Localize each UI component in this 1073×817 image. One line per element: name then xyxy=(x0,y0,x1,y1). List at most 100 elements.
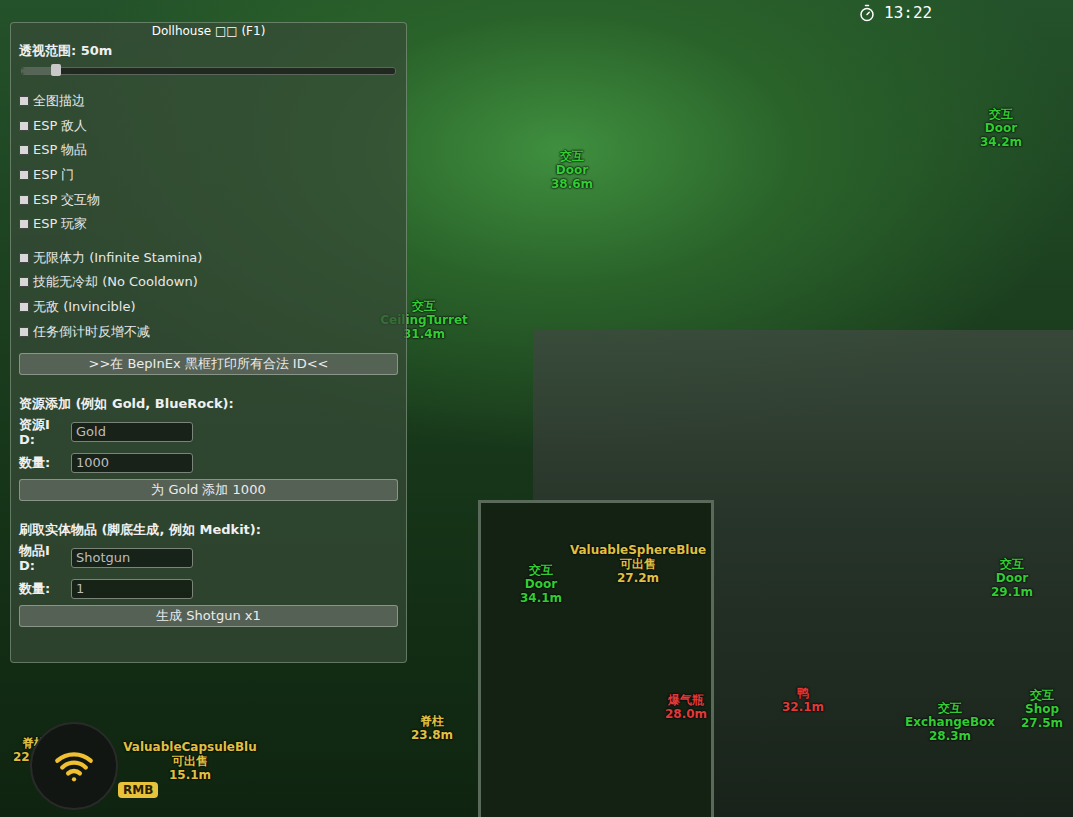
checkbox[interactable] xyxy=(19,253,29,263)
field-row: 资源ID: Gold xyxy=(19,417,398,447)
range-slider[interactable] xyxy=(21,67,396,75)
esp-line: 15.1m xyxy=(169,768,211,782)
timer-text: 13:22 xyxy=(884,3,932,22)
id-field[interactable]: Gold xyxy=(71,422,193,442)
esp-line: 34.2m xyxy=(980,135,1022,149)
esp-label: 交互Door38.6m xyxy=(551,149,593,191)
toggle-row[interactable]: 全图描边 xyxy=(19,89,398,114)
timer: 13:22 xyxy=(858,3,932,22)
checkbox[interactable] xyxy=(19,170,29,180)
esp-line: 38.6m xyxy=(551,177,593,191)
toggle-row[interactable]: 无敌 (Invincible) xyxy=(19,295,398,320)
cheat-panel[interactable]: Dollhouse □□ (F1)透视范围: 50m全图描边ESP 敌人ESP … xyxy=(10,22,407,663)
toggle-row[interactable]: ESP 门 xyxy=(19,163,398,188)
toggle-label: 技能无冷却 (No Cooldown) xyxy=(33,273,198,291)
checkbox[interactable] xyxy=(19,96,29,106)
toggle-row[interactable]: 任务倒计时反增不减 xyxy=(19,319,398,344)
checkbox[interactable] xyxy=(19,219,29,229)
toggle-label: ESP 物品 xyxy=(33,141,87,159)
esp-line: 27.2m xyxy=(617,571,659,585)
toggle-row[interactable]: 无限体力 (Infinite Stamina) xyxy=(19,246,398,271)
esp-label: ValuableSphereBlue可出售27.2m xyxy=(570,543,706,585)
esp-line: Door xyxy=(996,571,1028,585)
section-heading: 资源添加 (例如 Gold, BlueRock): xyxy=(19,395,398,413)
stopwatch-icon xyxy=(858,4,876,22)
esp-line: 交互 xyxy=(560,149,584,163)
esp-line: 27.5m xyxy=(1021,716,1063,730)
esp-line: Shop xyxy=(1025,702,1059,716)
print-ids-button[interactable]: >>在 BepInEx 黑框打印所有合法 ID<< xyxy=(19,353,398,375)
toggle-label: 无限体力 (Infinite Stamina) xyxy=(33,249,202,267)
resource-section: 资源添加 (例如 Gold, BlueRock): 资源ID: Gold 数量: 100… xyxy=(19,375,398,501)
esp-line: 鸭 xyxy=(797,686,809,700)
esp-line: ValuableCapsuleBlu xyxy=(123,740,257,754)
signal-indicator xyxy=(30,722,118,810)
checkbox[interactable] xyxy=(19,327,29,337)
esp-line: 爆气瓶 xyxy=(668,693,704,707)
esp-line: 32.1m xyxy=(782,700,824,714)
toggle-row[interactable]: ESP 交互物 xyxy=(19,187,398,212)
esp-line: 交互 xyxy=(1030,688,1054,702)
checkbox[interactable] xyxy=(19,121,29,131)
esp-label: 交互Door29.1m xyxy=(991,557,1033,599)
esp-line: 交互 xyxy=(529,563,553,577)
esp-line: Door xyxy=(985,121,1017,135)
esp-line: ValuableSphereBlue xyxy=(570,543,706,557)
toggle-label: ESP 门 xyxy=(33,166,74,184)
checkbox[interactable] xyxy=(19,302,29,312)
action-button[interactable]: 为 Gold 添加 1000 xyxy=(19,479,398,501)
toggle-label: 全图描边 xyxy=(33,92,85,110)
esp-label: 鸭32.1m xyxy=(782,686,824,714)
id-field[interactable]: Shotgun xyxy=(71,548,193,568)
esp-label: 交互Shop27.5m xyxy=(1021,688,1063,730)
checkbox[interactable] xyxy=(19,277,29,287)
esp-line: 可出售 xyxy=(172,754,208,768)
field-label: 资源ID: xyxy=(19,417,65,447)
count-field[interactable]: 1000 xyxy=(71,453,193,473)
cheat-toggles: 无限体力 (Infinite Stamina) 技能无冷却 (No Cooldow… xyxy=(19,246,398,344)
checkbox[interactable] xyxy=(19,145,29,155)
esp-label: 脊柱23.8m xyxy=(411,714,453,742)
checkbox[interactable] xyxy=(19,195,29,205)
esp-line: ExchangeBox xyxy=(905,715,995,729)
esp-line: 23.8m xyxy=(411,728,453,742)
esp-line: Door xyxy=(556,163,588,177)
toggle-label: ESP 交互物 xyxy=(33,191,100,209)
toggle-row[interactable]: ESP 敌人 xyxy=(19,114,398,139)
esp-line: 交互 xyxy=(989,107,1013,121)
action-button[interactable]: 生成 Shotgun x1 xyxy=(19,605,398,627)
toggle-label: 任务倒计时反增不减 xyxy=(33,323,150,341)
esp-line: 脊柱 xyxy=(420,714,444,728)
esp-line: 交互 xyxy=(1000,557,1024,571)
esp-line: 31.4m xyxy=(403,327,445,341)
toggle-label: ESP 敌人 xyxy=(33,117,87,135)
toggle-row[interactable]: 技能无冷却 (No Cooldown) xyxy=(19,270,398,295)
toggle-row[interactable]: ESP 玩家 xyxy=(19,212,398,237)
field-row: 物品ID: Shotgun xyxy=(19,543,398,573)
spawn-section: 刷取实体物品 (脚底生成, 例如 Medkit): 物品ID: Shotgun 数量:… xyxy=(19,501,398,627)
esp-line: 28.3m xyxy=(929,729,971,743)
wifi-icon xyxy=(54,746,94,786)
esp-label: ValuableCapsuleBlu可出售15.1m xyxy=(123,740,257,782)
field-row: 数量: 1 xyxy=(19,579,398,599)
esp-line: 可出售 xyxy=(620,557,656,571)
field-label: 数量: xyxy=(19,581,65,596)
count-field[interactable]: 1 xyxy=(71,579,193,599)
esp-line: 28.0m xyxy=(665,707,707,721)
toggle-row[interactable]: ESP 物品 xyxy=(19,138,398,163)
key-badge: RMB xyxy=(118,782,158,798)
esp-line: 29.1m xyxy=(991,585,1033,599)
esp-label: 交互Door34.2m xyxy=(980,107,1022,149)
esp-label: 交互Door34.1m xyxy=(520,563,562,605)
esp-line: 34.1m xyxy=(520,591,562,605)
field-label: 数量: xyxy=(19,455,65,470)
range-label: 透视范围: 50m xyxy=(19,42,398,60)
toggle-label: 无敌 (Invincible) xyxy=(33,298,136,316)
esp-toggles: 全图描边 ESP 敌人 ESP 物品 ESP 门 ESP 交互物 ESP 玩家 xyxy=(19,89,398,237)
slider-thumb[interactable] xyxy=(51,64,61,76)
toggle-label: ESP 玩家 xyxy=(33,215,87,233)
game-scene: 交互Door38.6m交互Door34.2m交互CeilingTurret31.… xyxy=(0,0,1073,817)
section-heading: 刷取实体物品 (脚底生成, 例如 Medkit): xyxy=(19,521,398,539)
field-label: 物品ID: xyxy=(19,543,65,573)
esp-label: 交互ExchangeBox28.3m xyxy=(905,701,995,743)
